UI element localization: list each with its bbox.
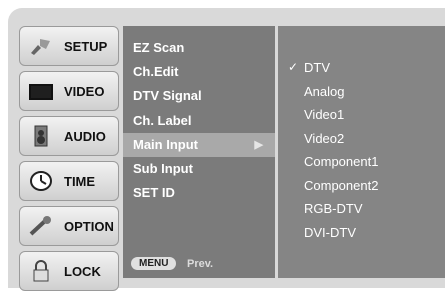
- submenu-set-id[interactable]: SET ID: [123, 181, 275, 205]
- menu-prev-text: Prev.: [187, 258, 214, 270]
- tab-option-label: OPTION: [64, 219, 114, 234]
- left-menu: SETUP VIDEO AUDIO TIME OPTION LOCK: [19, 26, 119, 296]
- lock-icon: [33, 260, 49, 282]
- tab-lock[interactable]: LOCK: [19, 251, 119, 291]
- option-video2[interactable]: Video2: [278, 127, 445, 151]
- tab-time[interactable]: TIME: [19, 161, 119, 201]
- submenu-dtv-signal[interactable]: DTV Signal: [123, 84, 275, 108]
- submenu-main-input[interactable]: Main Input ▶: [123, 132, 275, 157]
- option-rgb-dtv[interactable]: RGB-DTV: [278, 197, 445, 221]
- tab-lock-label: LOCK: [64, 264, 101, 279]
- submenu-ch-edit[interactable]: Ch.Edit: [123, 60, 275, 84]
- main-input-options: ✓ DTV Analog Video1 Video2 Component1 Co…: [278, 26, 445, 278]
- tab-video-label: VIDEO: [64, 84, 105, 99]
- check-icon: ✓: [288, 60, 299, 74]
- tab-video[interactable]: VIDEO: [19, 71, 119, 111]
- audio-icon: [34, 125, 48, 147]
- option-analog[interactable]: Analog: [278, 80, 445, 104]
- option-dtv[interactable]: ✓ DTV: [278, 56, 445, 80]
- setup-icon: [31, 39, 50, 55]
- time-icon: [30, 171, 52, 191]
- tab-audio[interactable]: AUDIO: [19, 116, 119, 156]
- menu-key-badge[interactable]: MENU: [131, 257, 177, 270]
- tab-setup-label: SETUP: [64, 39, 108, 54]
- tab-audio-label: AUDIO: [64, 129, 106, 144]
- option-dvi-dtv[interactable]: DVI-DTV: [278, 221, 445, 245]
- option-icon: [29, 216, 51, 236]
- tab-setup[interactable]: SETUP: [19, 26, 119, 66]
- submenu-ez-scan[interactable]: EZ Scan: [123, 36, 275, 60]
- tab-time-label: TIME: [64, 174, 96, 189]
- option-video1[interactable]: Video1: [278, 103, 445, 127]
- setup-submenu: EZ Scan Ch.Edit DTV Signal Ch. Label Mai…: [123, 26, 275, 278]
- tab-option[interactable]: OPTION: [19, 206, 119, 246]
- submenu-ch-label[interactable]: Ch. Label: [123, 109, 275, 133]
- video-icon: [29, 84, 53, 100]
- submenu-sub-input[interactable]: Sub Input: [123, 157, 275, 181]
- option-component2[interactable]: Component2: [278, 174, 445, 198]
- right-arrow-icon: ▶: [254, 138, 263, 151]
- option-component1[interactable]: Component1: [278, 150, 445, 174]
- menu-hint: MENU Prev.: [123, 253, 275, 275]
